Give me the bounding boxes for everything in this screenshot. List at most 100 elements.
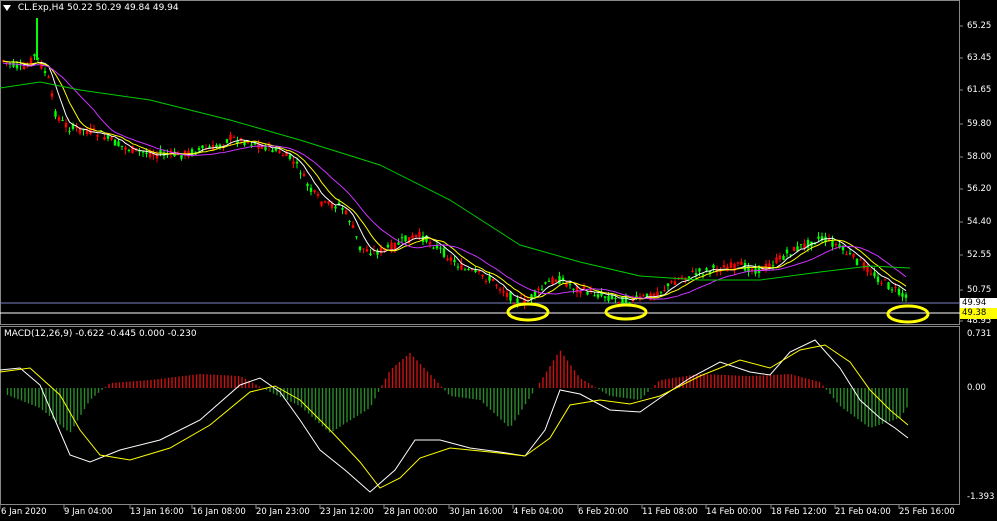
candle-body: [47, 77, 50, 79]
candle-body: [141, 151, 145, 153]
candle-body: [295, 161, 299, 164]
candle-body: [351, 224, 355, 228]
candle-body: [327, 201, 330, 204]
candle-body: [400, 237, 404, 239]
time-tick-label: 28 Jan 00:00: [384, 507, 438, 517]
candle-body: [106, 134, 110, 139]
candle-body: [831, 240, 834, 247]
candle-body: [463, 269, 467, 271]
candle-body: [302, 173, 306, 177]
candle-body: [547, 280, 551, 282]
candle-body: [848, 253, 852, 255]
symbol-info: CL.Exp,H4 50.22 50.29 49.84 49.94: [17, 3, 179, 13]
price-tick-label: 61.65: [967, 85, 992, 95]
candle-body: [617, 301, 621, 304]
candle-body: [484, 280, 488, 282]
candle-body: [369, 253, 372, 255]
candle-body: [306, 183, 309, 187]
candle-body: [610, 295, 614, 299]
candle-body: [288, 154, 292, 160]
candle-body: [687, 276, 691, 279]
price-tick-label: 54.40: [967, 217, 992, 227]
candle-body: [666, 283, 670, 287]
candle-body: [477, 270, 481, 272]
macd-lines-group: [0, 339, 909, 493]
candle-body: [50, 93, 54, 97]
candle-body: [701, 274, 705, 276]
candle-body: [414, 234, 418, 237]
candle-body: [113, 139, 117, 146]
support-ellipse-2[interactable]: [604, 303, 648, 321]
candle-body: [491, 278, 495, 281]
support-ellipse-1[interactable]: [506, 302, 550, 322]
candle-body: [596, 294, 600, 298]
candle-body: [197, 148, 201, 151]
candle-body: [127, 149, 131, 151]
candles-group: [1, 18, 908, 310]
candle-body: [694, 273, 698, 276]
candle-body: [904, 294, 908, 298]
price-tick-label: 50.75: [967, 285, 992, 295]
candle-body: [516, 298, 519, 304]
candle-body: [691, 270, 694, 273]
candle-body: [92, 128, 96, 130]
candle-body: [229, 134, 232, 141]
price-tick-label: 65.25: [967, 21, 992, 31]
candle-body: [558, 276, 561, 285]
candle-body: [551, 277, 554, 285]
candle-body: [764, 263, 768, 270]
support-ellipse-3[interactable]: [886, 304, 930, 324]
macd-signal-line: [0, 344, 909, 489]
time-tick-label: 25 Feb 16:00: [899, 507, 955, 517]
trading-chart[interactable]: CL.Exp,H4 50.22 50.29 49.84 49.94 MACD(1…: [0, 0, 997, 521]
triangle-down-icon[interactable]: [3, 4, 11, 11]
candle-body: [411, 235, 414, 239]
candle-body: [355, 236, 358, 238]
time-tick-label: 9 Jan 04:00: [64, 507, 113, 517]
candle-body: [43, 71, 47, 73]
candle-body: [456, 266, 460, 268]
candle-body: [439, 247, 442, 249]
time-tick-label: 14 Feb 00:00: [706, 507, 762, 517]
candle-body: [799, 244, 803, 246]
candle-body: [57, 117, 61, 121]
candle-body: [722, 265, 726, 268]
time-tick-label: 23 Jan 12:00: [320, 507, 374, 517]
chart-canvas[interactable]: [0, 0, 997, 521]
candle-body: [33, 54, 36, 57]
candle-body: [498, 288, 502, 291]
candle-body: [334, 206, 337, 209]
candle-body: [712, 264, 715, 268]
candle-body: [299, 173, 302, 175]
candle-body: [554, 279, 558, 282]
candle-body: [201, 145, 204, 149]
candle-body: [579, 291, 582, 294]
time-tick-label: 21 Feb 04:00: [835, 507, 891, 517]
price-tick-label: 63.45: [967, 53, 992, 63]
candle-body: [568, 284, 572, 286]
price-tick-label: 58.00: [967, 152, 992, 162]
candle-body: [313, 190, 316, 193]
candle-body: [453, 259, 456, 263]
candle-body: [775, 257, 778, 264]
candle-body: [22, 66, 26, 70]
candle-body: [603, 296, 607, 298]
candle-body: [859, 259, 862, 261]
chart-header: CL.Exp,H4 50.22 50.29 49.84 49.94: [3, 3, 179, 13]
candle-body: [855, 258, 859, 265]
candle-body: [330, 203, 334, 208]
candle-body: [593, 295, 596, 297]
candle-body: [729, 262, 733, 268]
candle-body: [481, 274, 484, 277]
candle-body: [386, 244, 390, 248]
candle-body: [502, 291, 505, 293]
time-tick-label: 6 Feb 20:00: [578, 507, 629, 517]
macd-scale-mid: 0.00: [967, 383, 986, 393]
candle-body: [320, 201, 323, 206]
time-tick-label: 4 Feb 04:00: [513, 507, 564, 517]
main-panel-border: [0, 0, 960, 325]
candle-body: [180, 154, 183, 159]
candle-body: [670, 281, 673, 283]
candle-body: [432, 247, 435, 249]
candle-body: [537, 288, 540, 291]
